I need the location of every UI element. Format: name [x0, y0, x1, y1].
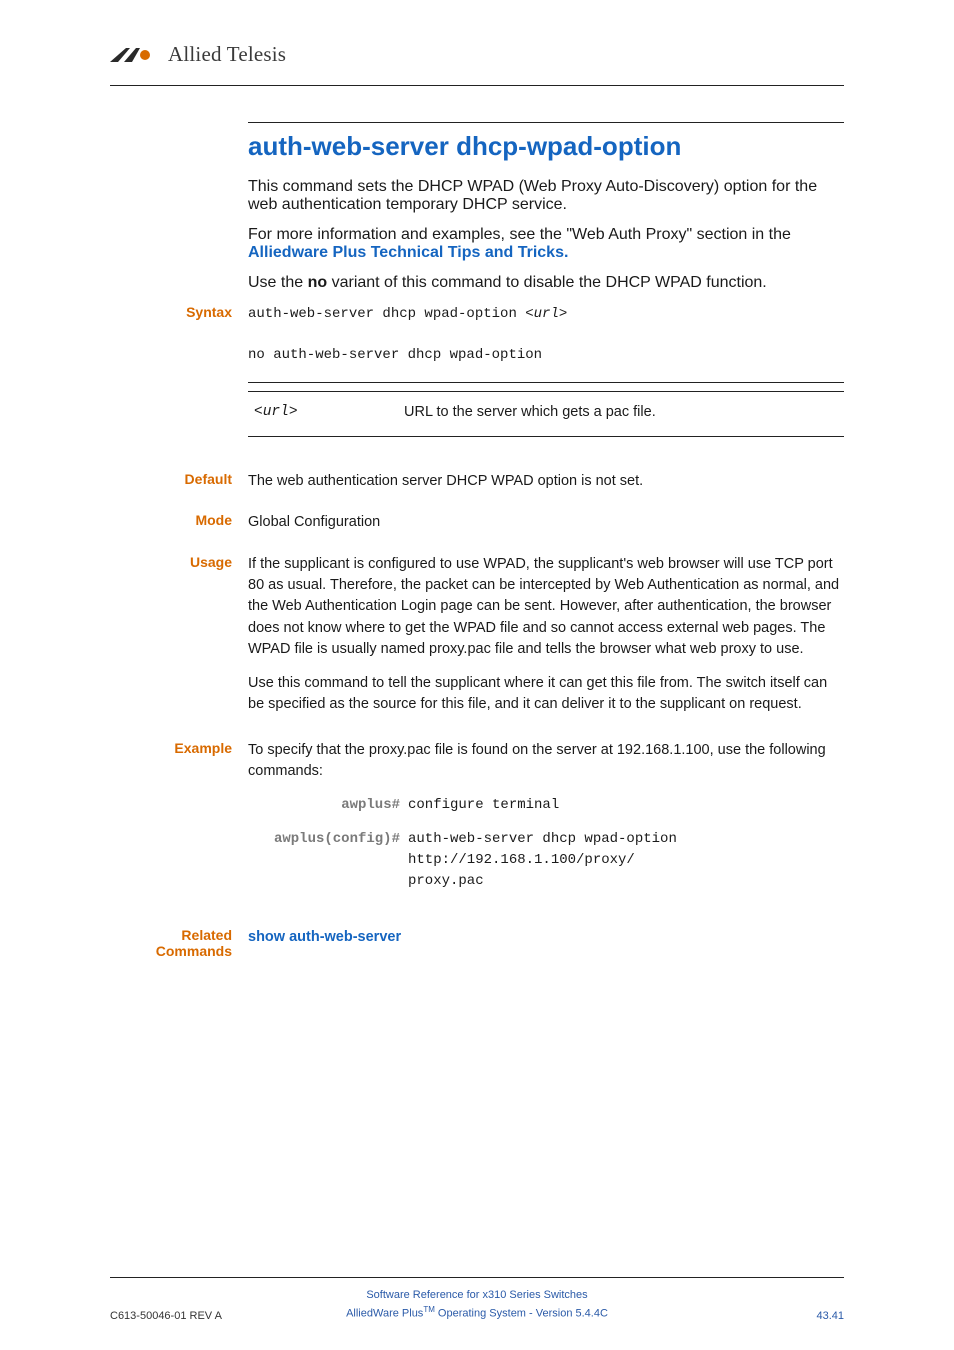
usage-value: If the supplicant is configured to use W… [248, 554, 844, 728]
title-rule [248, 122, 844, 123]
cli-prompt: awplus# [258, 795, 408, 816]
parameter-name: <url> [254, 402, 404, 423]
default-value: The web authentication server DHCP WPAD … [248, 471, 844, 492]
example-label: Example [110, 740, 248, 906]
syntax-row: Syntax auth-web-server dhcp wpad-option … [110, 304, 844, 437]
brand-logo: Allied Telesis [110, 42, 844, 67]
usage-row: Usage If the supplicant is configured to… [110, 554, 844, 728]
footer-page-number: 43.41 [608, 1310, 844, 1322]
tips-tricks-link[interactable]: Alliedware Plus Technical Tips and Trick… [248, 244, 568, 261]
usage-paragraph-1: If the supplicant is configured to use W… [248, 554, 844, 661]
brand-name: Allied Telesis [168, 42, 286, 67]
cli-command: auth-web-server dhcp wpad-option http://… [408, 829, 844, 891]
footer-version: AlliedWare PlusTM Operating System - Ver… [346, 1304, 608, 1322]
example-intro: To specify that the proxy.pac file is fo… [248, 740, 844, 783]
page-footer: C613-50046-01 REV A Software Reference f… [110, 1287, 844, 1322]
footer-title: Software Reference for x310 Series Switc… [346, 1287, 608, 1304]
intro-paragraph-1: This command sets the DHCP WPAD (Web Pro… [248, 178, 844, 214]
example-line: awplus# configure terminal [258, 795, 844, 816]
related-command-link[interactable]: show auth-web-server [248, 929, 401, 945]
default-label: Default [110, 471, 248, 492]
intro-paragraph-3: Use the no variant of this command to di… [248, 274, 844, 292]
mode-value: Global Configuration [248, 512, 844, 533]
cli-prompt: awplus(config)# [258, 829, 408, 891]
related-label: Related Commands [110, 927, 248, 959]
page-title: auth-web-server dhcp-wpad-option [248, 131, 844, 162]
parameter-row: <url> URL to the server which gets a pac… [248, 392, 844, 435]
parameter-desc: URL to the server which gets a pac file. [404, 402, 838, 423]
default-row: Default The web authentication server DH… [110, 471, 844, 492]
related-row: Related Commands show auth-web-server [110, 927, 844, 959]
example-row: Example To specify that the proxy.pac fi… [110, 740, 844, 906]
syntax-block: auth-web-server dhcp wpad-option <url> n… [248, 304, 844, 366]
footer-rule [110, 1277, 844, 1278]
intro-block: This command sets the DHCP WPAD (Web Pro… [248, 178, 844, 292]
usage-label: Usage [110, 554, 248, 728]
footer-docid: C613-50046-01 REV A [110, 1310, 346, 1322]
mode-row: Mode Global Configuration [110, 512, 844, 533]
intro-paragraph-2: For more information and examples, see t… [248, 226, 844, 262]
cli-command: configure terminal [408, 795, 844, 816]
mode-label: Mode [110, 512, 248, 533]
footer-center: Software Reference for x310 Series Switc… [346, 1287, 608, 1322]
example-block: awplus# configure terminal awplus(config… [258, 795, 844, 892]
header-rule [110, 85, 844, 86]
parameter-table: <url> URL to the server which gets a pac… [248, 382, 844, 436]
brand-mark-icon [110, 46, 158, 64]
example-line: awplus(config)# auth-web-server dhcp wpa… [258, 829, 844, 891]
usage-paragraph-2: Use this command to tell the supplicant … [248, 673, 844, 716]
syntax-label: Syntax [110, 304, 248, 437]
